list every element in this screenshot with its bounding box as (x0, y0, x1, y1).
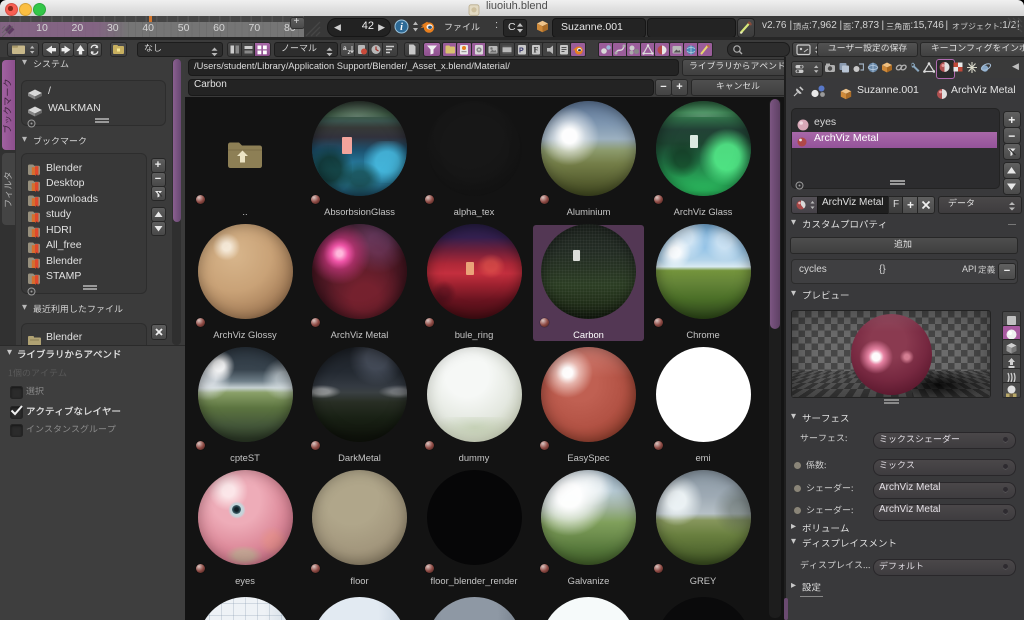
svg-text:i: i (400, 22, 403, 33)
svg-text:F: F (533, 45, 538, 54)
svg-text:z: z (348, 49, 351, 56)
svg-text:a: a (343, 45, 347, 52)
svg-text:P: P (519, 47, 524, 54)
